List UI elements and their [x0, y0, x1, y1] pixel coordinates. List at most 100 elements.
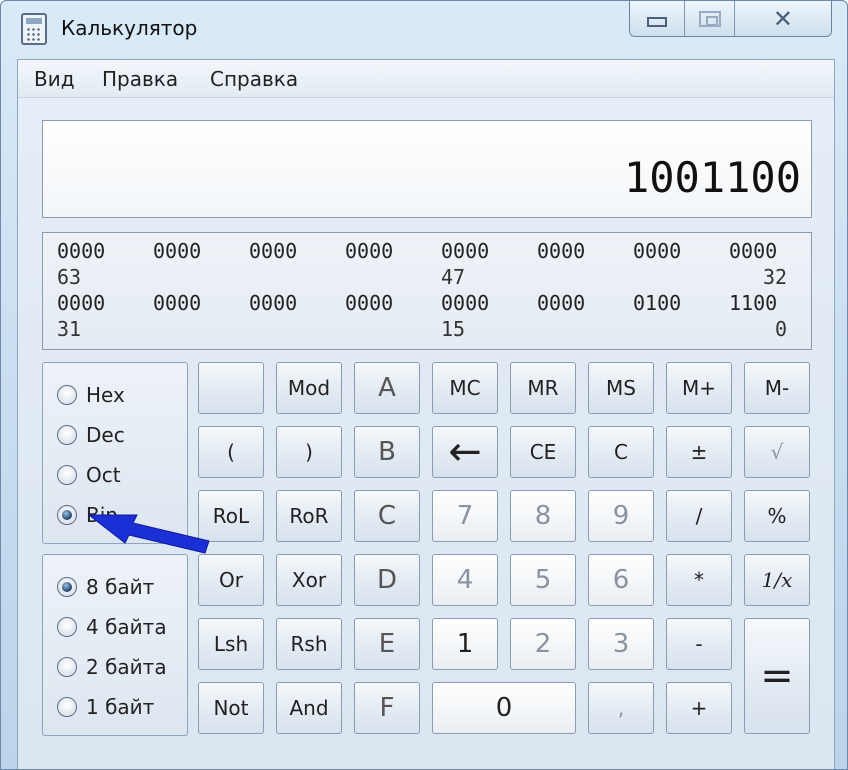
bit-position-label: 47: [441, 265, 466, 289]
negate-button[interactable]: ±: [666, 426, 732, 478]
memory-store-button[interactable]: MS: [588, 362, 654, 414]
result-display: 1001100: [42, 120, 812, 218]
menu-help[interactable]: Справка: [210, 67, 298, 91]
or-button[interactable]: Or: [198, 554, 264, 606]
percent-button[interactable]: %: [744, 490, 810, 542]
bit-nibble: 0000: [441, 239, 490, 263]
radio-label: 1 байт: [86, 695, 155, 719]
radio-oct[interactable]: Oct: [57, 463, 121, 487]
clear-button[interactable]: C: [588, 426, 654, 478]
add-button[interactable]: +: [666, 682, 732, 734]
radio-word[interactable]: 2 байта: [57, 655, 167, 679]
menu-edit[interactable]: Правка: [102, 67, 178, 91]
bit-nibble: 0000: [633, 239, 682, 263]
bit-nibble: 0000: [345, 239, 394, 263]
radio-button[interactable]: [57, 425, 77, 445]
radio-label: Dec: [86, 423, 125, 447]
radio-button[interactable]: [57, 385, 77, 405]
close-icon: ✕: [772, 4, 794, 33]
client-area: Вид Правка Справка 1001100 0000 0000 000…: [17, 59, 835, 769]
hex-d-button[interactable]: D: [354, 554, 420, 606]
radio-label: Bin: [86, 503, 118, 527]
bit-position-label: 31: [57, 317, 82, 341]
radio-button-checked[interactable]: [57, 505, 77, 525]
radio-hex[interactable]: Hex: [57, 383, 125, 407]
digit-2-button[interactable]: 2: [510, 618, 576, 670]
bit-nibble: 0000: [441, 291, 490, 315]
hex-a-button[interactable]: A: [354, 362, 420, 414]
calculator-icon: [21, 13, 47, 45]
bit-nibble: 0000: [249, 239, 298, 263]
memory-recall-button[interactable]: MR: [510, 362, 576, 414]
memory-subtract-button[interactable]: M-: [744, 362, 810, 414]
memory-add-button[interactable]: M+: [666, 362, 732, 414]
xor-button[interactable]: Xor: [276, 554, 342, 606]
minimize-icon: [647, 16, 668, 27]
radio-label: 2 байта: [86, 655, 167, 679]
sqrt-button[interactable]: √: [744, 426, 810, 478]
radio-label: Oct: [86, 463, 121, 487]
mod-button[interactable]: Mod: [276, 362, 342, 414]
digit-8-button[interactable]: 8: [510, 490, 576, 542]
right-shift-button[interactable]: Rsh: [276, 618, 342, 670]
close-button[interactable]: ✕: [734, 1, 831, 36]
digit-7-button[interactable]: 7: [432, 490, 498, 542]
radio-bin[interactable]: Bin: [57, 503, 118, 527]
digit-5-button[interactable]: 5: [510, 554, 576, 606]
digit-1-button[interactable]: 1: [432, 618, 498, 670]
rotate-left-button[interactable]: RoL: [198, 490, 264, 542]
radio-button[interactable]: [57, 697, 77, 717]
digit-4-button[interactable]: 4: [432, 554, 498, 606]
radix-group: Hex Dec Oct Bin: [42, 362, 188, 544]
digit-9-button[interactable]: 9: [588, 490, 654, 542]
radio-button[interactable]: [57, 617, 77, 637]
subtract-button[interactable]: -: [666, 618, 732, 670]
display-value: 1001100: [623, 153, 801, 202]
radio-button[interactable]: [57, 465, 77, 485]
radio-qword[interactable]: 8 байт: [57, 575, 154, 599]
restore-icon: [698, 10, 721, 27]
bit-position-label: 15: [441, 317, 466, 341]
digit-6-button[interactable]: 6: [588, 554, 654, 606]
backspace-button[interactable]: ←: [432, 426, 498, 478]
open-paren-button[interactable]: (: [198, 426, 264, 478]
radio-byte[interactable]: 1 байт: [57, 695, 154, 719]
memory-clear-button[interactable]: MC: [432, 362, 498, 414]
hex-c-button[interactable]: C: [354, 490, 420, 542]
minimize-button[interactable]: [630, 1, 686, 36]
bit-nibble: 0000: [345, 291, 394, 315]
digit-3-button[interactable]: 3: [588, 618, 654, 670]
hex-b-button[interactable]: B: [354, 426, 420, 478]
decimal-button[interactable]: ,: [588, 682, 654, 734]
radio-dec[interactable]: Dec: [57, 423, 125, 447]
blank-button[interactable]: [198, 362, 264, 414]
maximize-button[interactable]: [685, 1, 735, 36]
window-controls: ✕: [629, 1, 832, 37]
rotate-right-button[interactable]: RoR: [276, 490, 342, 542]
hex-e-button[interactable]: E: [354, 618, 420, 670]
hex-f-button[interactable]: F: [354, 682, 420, 734]
radio-button-checked[interactable]: [57, 577, 77, 597]
menu-view[interactable]: Вид: [34, 67, 75, 91]
close-paren-button[interactable]: ): [276, 426, 342, 478]
bit-nibble: 0000: [57, 239, 106, 263]
bit-nibble: 0000: [57, 291, 106, 315]
radio-dword[interactable]: 4 байта: [57, 615, 167, 639]
left-shift-button[interactable]: Lsh: [198, 618, 264, 670]
not-button[interactable]: Not: [198, 682, 264, 734]
bit-nibble: 0000: [153, 239, 202, 263]
divide-button[interactable]: /: [666, 490, 732, 542]
reciprocal-button[interactable]: 1/x: [744, 554, 810, 606]
multiply-button[interactable]: *: [666, 554, 732, 606]
digit-0-button[interactable]: 0: [432, 682, 576, 734]
bit-nibble: 0000: [729, 239, 778, 263]
bit-position-label: 63: [57, 265, 82, 289]
radio-button[interactable]: [57, 657, 77, 677]
bit-nibble: 0000: [249, 291, 298, 315]
clear-entry-button[interactable]: CE: [510, 426, 576, 478]
title-bar: Калькулятор ✕: [1, 1, 847, 57]
and-button[interactable]: And: [276, 682, 342, 734]
equals-button[interactable]: =: [744, 618, 810, 734]
bit-nibble: 1100: [729, 291, 778, 315]
binary-bit-display: 0000 0000 0000 0000 0000 0000 0000 0000 …: [42, 232, 812, 350]
